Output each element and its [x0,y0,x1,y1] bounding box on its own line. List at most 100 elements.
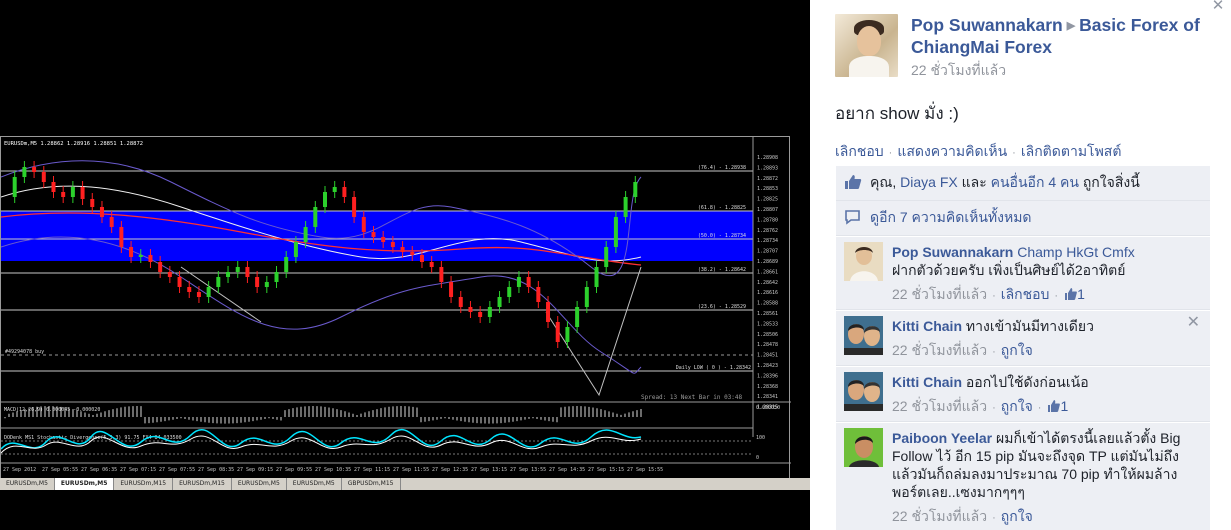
facebook-post-panel: ✕ Pop Suwannakarn ▶ Basic Forex of ChiangM… [810,0,1231,530]
commenter-name[interactable]: Kitti Chain [892,318,962,334]
author-avatar[interactable] [835,14,898,77]
chart-tab[interactable]: GBPUSDm,M15 [342,478,401,490]
price-tick-label: 1.28689 [757,259,778,265]
comment-like-button[interactable]: ถูกใจ [1001,398,1033,414]
candle-body [51,182,56,192]
candle-body [255,277,260,287]
candle-body [177,277,182,287]
price-tick-label: 1.28707 [757,249,778,255]
comment-like-button[interactable]: เลิกชอบ [1001,286,1050,302]
candle-body [613,217,618,247]
comment-like-button[interactable]: ถูกใจ [1001,342,1033,358]
tagged-users[interactable]: Champ HkGt Cmfx [1017,244,1134,260]
candle-body [226,272,231,277]
close-icon[interactable]: ✕ [1211,0,1225,14]
comment-time[interactable]: 22 ชั่วโมงที่แล้ว [892,398,987,414]
chart-tab[interactable]: EURUSDm,M5 [0,478,55,490]
candle-body [633,182,638,197]
candle-body [584,287,589,307]
time-tick-label: 27 Sep 10:35 [315,467,351,473]
unfollow-post-button[interactable]: เลิกติดตามโพสต์ [1021,143,1122,159]
macd-title: MACD(12,26,9) 0.000045 -0.000020 [4,407,100,413]
comment-like-count[interactable]: 1 [1077,286,1085,302]
chart-photo[interactable]: 1.28908 1.28893 1.28872 1.28853 1.28825 1.288… [0,0,810,530]
time-tick-label: 27 Sep 15:15 [588,467,624,473]
author-name-link[interactable]: Pop Suwannakarn [911,15,1063,35]
time-tick-label: 27 Sep 2012 [3,467,36,473]
time-tick-label: 27 Sep 15:55 [627,467,663,473]
candle-body [284,257,289,272]
fib-level-label: (38.2) - 1.28642 [698,267,746,273]
post-actions: เลิกชอบ · แสดงความคิดเห็น · เลิกติดตามโพสต์ [835,143,1122,159]
others-link[interactable]: คนอื่นอีก 4 คน [991,174,1079,190]
chart-tab[interactable]: EURUSDm,M15 [173,478,232,490]
likes-prefix: คุณ, [870,174,901,190]
candle-body [12,177,17,197]
likes-middle: และ [957,174,991,190]
candle-body [468,307,473,312]
price-tick-label: 1.28478 [757,342,778,348]
price-tick-label: 1.28396 [757,373,778,379]
candle-body [516,277,521,287]
commenter-name[interactable]: Paiboon Yeelar [892,430,992,446]
candle-body [594,267,599,287]
remove-comment-icon[interactable]: ✕ [1187,314,1200,332]
candle-body [313,207,318,227]
commenter-avatar[interactable] [844,428,883,467]
commenter-name[interactable]: Kitti Chain [892,374,962,390]
trend-line [180,266,642,397]
comment-button[interactable]: แสดงความคิดเห็น [897,143,1007,159]
unlike-button[interactable]: เลิกชอบ [835,143,884,159]
candle-body [148,255,153,262]
price-tick-label: 1.28807 [757,207,778,213]
candle-body [119,227,124,247]
candle-body [390,242,395,247]
price-tick-label: 1.28853 [757,186,778,192]
commenter-avatar[interactable] [844,242,883,281]
time-tick-label: 27 Sep 06:35 [81,467,117,473]
chart-tab[interactable]: EURUSDm,M5 [232,478,287,490]
chart-tab[interactable]: EURUSDm,M5 [54,478,115,490]
post-timestamp[interactable]: 22 ชั่วโมงที่แล้ว [911,60,1006,82]
chart-tab[interactable]: EURUSDm,M5 [287,478,342,490]
candle-body [478,312,483,317]
candle-body [410,252,415,255]
candle-body [439,267,444,282]
comment-item: Kitti Chain ทางเข้ามันมีทางเดียว ✕ 22 ชั… [836,310,1210,366]
time-tick-label: 27 Sep 11:55 [393,467,429,473]
comment-meta: 22 ชั่วโมงที่แล้ว · ถูกใจ [892,342,1033,358]
view-all-comments[interactable]: ดูอีก 7 ความคิดเห็นทั้งหมด [836,201,1210,236]
friend-link[interactable]: Diaya FX [900,174,958,190]
time-tick-label: 27 Sep 07:15 [120,467,156,473]
commenter-avatar[interactable] [844,316,883,355]
spread-text: Spread: 13 Next Bar in 03:48 [641,394,743,401]
price-tick-label: 1.28872 [757,176,778,182]
comment-like-count[interactable]: 1 [1060,398,1068,414]
price-tick-label: 1.28893 [757,165,778,171]
comment-like-button[interactable]: ถูกใจ [1001,508,1033,524]
candle-body [400,247,405,252]
candle-body [303,227,308,242]
comment-item: Kitti Chain ออกไปใช้ดังก่อนเน้อ 22 ชั่วโ… [836,366,1210,422]
commenter-name[interactable]: Pop Suwannakarn [892,244,1013,260]
comment-item: Paiboon Yeelar ผมก็เข้าได้ตรงนี้เลยแล้วต… [836,422,1210,530]
osc-right2: 0 [756,455,759,461]
chart-tab[interactable]: EURUSDm,M15 [114,478,174,490]
comment-time[interactable]: 22 ชั่วโมงที่แล้ว [892,508,987,524]
osc-right: 100 [756,435,765,441]
candle-body [507,287,512,297]
comment-time[interactable]: 22 ชั่วโมงที่แล้ว [892,286,987,302]
candle-body [497,297,502,307]
candle-body [99,207,104,217]
comment-time[interactable]: 22 ชั่วโมงที่แล้ว [892,342,987,358]
candle-body [449,282,454,297]
likes-summary: คุณ, Diaya FX และ คนอื่นอีก 4 คน ถูกใจสิ… [836,166,1210,201]
commenter-avatar[interactable] [844,372,883,411]
candle-body [381,237,386,242]
candle-body [235,267,240,272]
view-all-link[interactable]: ดูอีก 7 ความคิดเห็นทั้งหมด [870,209,1032,225]
like-count-icon [1048,400,1061,412]
candle-body [526,277,531,287]
time-tick-label: 27 Sep 07:55 [159,467,195,473]
price-tick-label: 1.28908 [757,155,778,161]
